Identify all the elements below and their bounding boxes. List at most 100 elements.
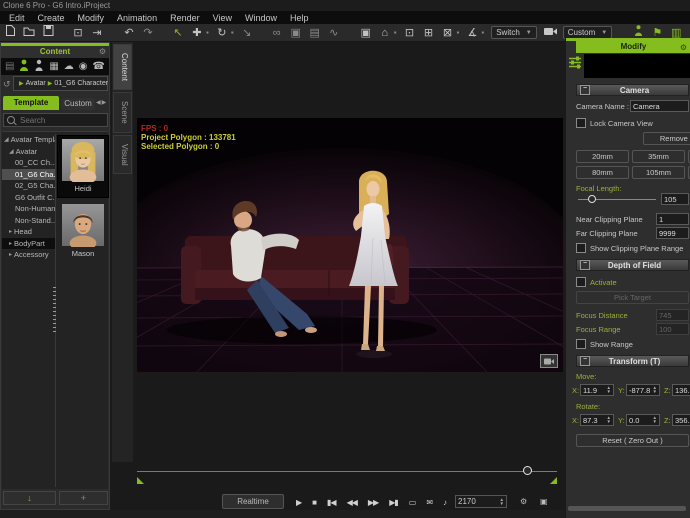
media-category-icon[interactable]: ◉ — [79, 61, 88, 72]
expanded-arrow-icon[interactable]: ◢ — [4, 136, 9, 143]
near-clip-field[interactable]: 1 — [656, 213, 689, 225]
go-to-start-button[interactable]: ▮◀ — [327, 498, 336, 507]
timeline-range-end-marker[interactable] — [550, 477, 557, 484]
spinner[interactable]: ▲▼ — [653, 386, 657, 394]
thumbnail-mason[interactable]: Mason — [58, 201, 108, 262]
copy-icon[interactable]: ▣ — [290, 25, 302, 41]
curve-editor-icon[interactable]: ∿ — [328, 25, 340, 41]
new-project-icon[interactable] — [4, 24, 16, 42]
menu-create[interactable]: Create — [38, 13, 65, 23]
lens-80mm-button[interactable]: 80mm — [576, 166, 629, 179]
side-tab-content[interactable]: Content — [113, 44, 132, 90]
move-tool-dropdown-dot[interactable]: ▪ — [206, 28, 209, 37]
thumbnail-heidi[interactable]: Heidi — [58, 136, 108, 197]
dof-activate-row[interactable]: Activate — [576, 277, 617, 287]
collapsed-arrow-icon[interactable]: ▸ — [9, 251, 12, 258]
modify-sliders-icon[interactable] — [568, 55, 582, 74]
breadcrumb-back-icon[interactable]: ↺ — [3, 79, 11, 90]
dof-activate-checkbox[interactable] — [576, 277, 586, 287]
quad-view-icon[interactable]: ⊞ — [423, 25, 435, 41]
content-settings-gear-icon[interactable]: ⚙ — [99, 47, 106, 56]
move-x-field[interactable]: 11.9▲▼ — [580, 384, 614, 396]
lock-camera-row[interactable]: Lock Camera View — [576, 118, 653, 128]
frame-spinner[interactable]: ▲▼ — [500, 498, 504, 506]
breadcrumb[interactable]: ▶ Avatar ▶ 01_G6 Character — [13, 76, 108, 91]
spinner[interactable]: ▲▼ — [607, 416, 611, 424]
redo-icon[interactable]: ↷ — [142, 25, 154, 41]
reset-zero-out-button[interactable]: Reset ( Zero Out ) — [576, 434, 689, 447]
go-to-end-button[interactable]: ▶▮ — [389, 498, 398, 507]
remove-animation-button[interactable]: Remove anim — [643, 132, 690, 145]
lock-camera-checkbox[interactable] — [576, 118, 586, 128]
fit-view-icon[interactable]: ⊡ — [404, 25, 416, 41]
modify-horizontal-scrollbar[interactable] — [568, 506, 686, 511]
tree-item-avatar-template[interactable]: ◢Avatar Template — [2, 134, 55, 146]
tree-item-00-cc[interactable]: 00_CC Ch... — [2, 157, 55, 169]
side-tab-visual[interactable]: Visual — [113, 135, 132, 175]
tree-item-accessory[interactable]: ▸Accessory — [2, 249, 55, 261]
scale-tool-icon[interactable]: ↘ — [241, 25, 253, 41]
speech-bubble-icon[interactable]: ✉ — [426, 498, 432, 507]
focal-length-knob[interactable] — [588, 195, 596, 203]
render-output-icon[interactable]: ▣ — [540, 497, 547, 506]
lens-35mm-button[interactable]: 35mm — [632, 150, 685, 163]
multi-view-icon[interactable]: ⊠ — [442, 25, 454, 41]
paste-icon[interactable]: ▤ — [309, 25, 321, 41]
audio-note-icon[interactable]: ♪ — [443, 498, 446, 507]
move-z-field[interactable]: 136.3 — [672, 384, 690, 396]
tree-item-g6-outfit[interactable]: G6 Outfit C... — [2, 192, 55, 204]
move-tool-icon[interactable]: ✚ — [191, 25, 203, 41]
camera-section-header[interactable]: − Camera — [576, 84, 689, 96]
tree-item-avatar[interactable]: ◢Avatar — [2, 146, 55, 158]
scene-category-icon[interactable]: ▦ — [49, 61, 58, 72]
expanded-arrow-icon[interactable]: ◢ — [9, 148, 14, 155]
move-y-field[interactable]: -877.8▲▼ — [626, 384, 660, 396]
menu-edit[interactable]: Edit — [9, 13, 25, 23]
spinner[interactable]: ▲▼ — [607, 386, 611, 394]
menu-modify[interactable]: Modify — [78, 13, 105, 23]
rotate-tool-dropdown-dot[interactable]: ▪ — [231, 28, 234, 37]
realtime-button[interactable]: Realtime — [222, 494, 284, 509]
collapse-icon[interactable]: − — [580, 260, 590, 270]
stop-button[interactable]: ■ — [312, 498, 316, 507]
open-project-icon[interactable] — [23, 24, 35, 42]
add-content-button[interactable]: + — [59, 491, 108, 505]
avatar-category-icon[interactable] — [19, 59, 29, 74]
menu-window[interactable]: Window — [245, 13, 277, 23]
timeline-range-start-marker[interactable] — [137, 477, 144, 484]
search-box[interactable] — [3, 113, 108, 127]
camera-angle-dropdown-dot[interactable]: ▪ — [481, 28, 484, 37]
tree-item-bodypart[interactable]: ▸BodyPart — [2, 238, 55, 250]
tab-custom[interactable]: Custom — [61, 98, 95, 110]
search-input[interactable] — [18, 115, 102, 126]
motion-category-icon[interactable] — [34, 59, 44, 74]
camera-name-field[interactable]: Camera — [630, 100, 689, 112]
tab-scroll-arrows[interactable]: ◀▶ — [96, 99, 107, 106]
modify-settings-gear-icon[interactable]: ⚙ — [680, 43, 687, 52]
menu-animation[interactable]: Animation — [117, 13, 157, 23]
lens-105mm-button[interactable]: 105mm — [632, 166, 685, 179]
focal-length-field[interactable]: 105 — [661, 193, 689, 205]
camera-mini-view-toggle[interactable] — [540, 354, 558, 368]
next-frame-button[interactable]: ▶▶ — [368, 498, 378, 507]
camera-switch-dropdown[interactable]: Switch▼ — [491, 26, 537, 39]
link-tool-icon[interactable]: ∞ — [271, 25, 283, 41]
dof-section-header[interactable]: − Depth of Field — [576, 259, 689, 271]
sky-category-icon[interactable]: ☁ — [64, 61, 74, 72]
download-content-button[interactable]: ↓ — [3, 491, 56, 505]
viewport[interactable]: FPS : 0 Project Polygon : 133781 Selecte… — [137, 118, 563, 372]
viewport-3d-scene[interactable] — [137, 118, 563, 372]
timeline-track[interactable] — [137, 471, 557, 472]
select-tool-icon[interactable]: ↖ — [172, 25, 184, 41]
home-view-dropdown-dot[interactable]: ▪ — [394, 28, 397, 37]
library-icon[interactable]: ▤ — [5, 61, 14, 72]
collapse-icon[interactable]: − — [580, 85, 590, 95]
show-range-checkbox[interactable] — [576, 339, 586, 349]
preview-window-icon[interactable]: ▣ — [360, 25, 372, 41]
screenshot-icon[interactable]: ⊡ — [72, 25, 84, 41]
play-button[interactable]: ▶ — [296, 498, 301, 507]
pick-target-button[interactable]: Pick Target — [576, 291, 689, 304]
video-camera-icon[interactable] — [544, 25, 556, 41]
props-category-icon[interactable]: ☎ — [92, 61, 104, 72]
menu-help[interactable]: Help — [290, 13, 309, 23]
